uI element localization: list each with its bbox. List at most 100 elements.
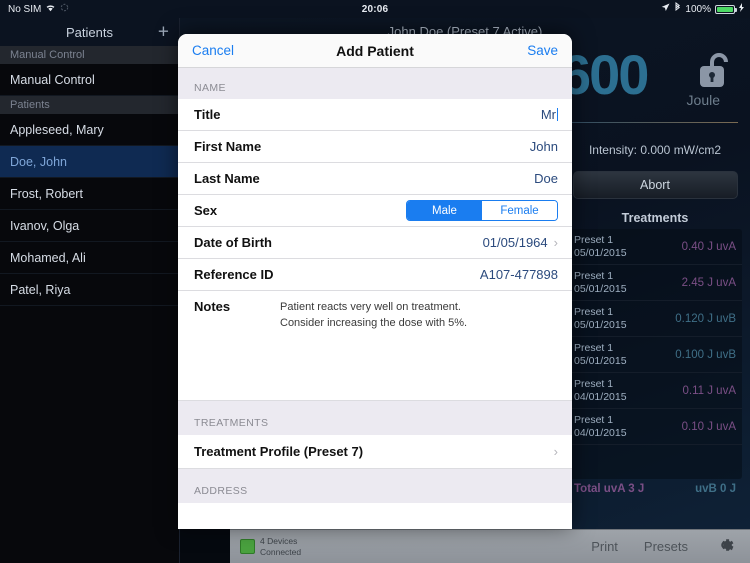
- sidebar-title: Patients: [66, 24, 113, 40]
- table-row[interactable]: Preset 1 05/01/2015 0.120 J uvB: [568, 301, 742, 337]
- treatment-value: 0.40 J uvA: [681, 240, 736, 253]
- sex-segmented-control[interactable]: Male Female: [406, 200, 558, 221]
- section-header-treatments: TREATMENTS: [178, 401, 572, 435]
- treatment-profile-label: Treatment Profile (Preset 7): [194, 444, 364, 459]
- title-label: Title: [194, 107, 221, 122]
- field-row-notes[interactable]: Notes Patient reacts very well on treatm…: [178, 291, 572, 401]
- total-uvb: uvB 0 J: [695, 483, 736, 495]
- devices-count: 4 Devices: [260, 536, 298, 547]
- list-item[interactable]: Mohamed, Ali: [0, 242, 179, 274]
- treatment-value: 0.120 J uvB: [675, 312, 736, 325]
- charging-bolt-icon: [739, 3, 744, 15]
- notes-line-2: Consider increasing the dose with 5%.: [280, 316, 468, 329]
- table-row[interactable]: Preset 1 05/01/2015 2.45 J uvA: [568, 265, 742, 301]
- cancel-button[interactable]: Cancel: [192, 43, 234, 58]
- device-status-icon: [240, 539, 255, 554]
- treatment-preset: Preset 1: [574, 414, 614, 427]
- status-bar: No SIM 20:06 100%: [0, 0, 750, 18]
- presets-button[interactable]: Presets: [644, 539, 688, 554]
- treatment-date: 05/01/2015: [574, 354, 627, 367]
- list-item[interactable]: Frost, Robert: [0, 178, 179, 210]
- bottom-toolbar: 4 Devices Connected Print Presets: [230, 529, 750, 563]
- toolbar-actions: Print Presets: [591, 534, 736, 559]
- treatment-date: 04/01/2015: [574, 390, 627, 403]
- sidebar-item-doe-john[interactable]: Doe, John: [0, 146, 179, 178]
- notes-line-1: Patient reacts very well on treatment.: [280, 301, 461, 313]
- reference-id-input[interactable]: A107-477898: [480, 267, 558, 282]
- modal-header: Cancel Add Patient Save: [178, 34, 572, 68]
- field-row-sex: Sex Male Female: [178, 195, 572, 227]
- treatments-list[interactable]: Preset 1 05/01/2015 0.40 J uvA Preset 1 05…: [568, 229, 742, 479]
- add-patient-modal: Cancel Add Patient Save NAME Title Mr Fi…: [178, 34, 572, 529]
- device-status[interactable]: 4 Devices Connected: [240, 536, 301, 557]
- clock: 20:06: [361, 3, 389, 15]
- modal-title: Add Patient: [336, 42, 414, 59]
- bluetooth-icon: [674, 1, 681, 16]
- segment-male[interactable]: Male: [407, 201, 482, 220]
- notes-textarea[interactable]: Patient reacts very well on treatment. C…: [280, 299, 467, 390]
- divider: [558, 122, 738, 123]
- battery-percent: 100%: [685, 3, 711, 15]
- print-button[interactable]: Print: [591, 539, 618, 554]
- sidebar-header: Patients +: [0, 18, 179, 46]
- battery-icon: [715, 4, 737, 14]
- list-item[interactable]: Patel, Riya: [0, 274, 179, 306]
- chevron-right-icon: ›: [553, 444, 558, 459]
- devices-state: Connected: [260, 546, 302, 557]
- field-row-first-name[interactable]: First Name John: [178, 131, 572, 163]
- table-row[interactable]: Preset 1 04/01/2015 0.10 J uvA: [568, 409, 742, 445]
- field-row-last-name[interactable]: Last Name Doe: [178, 163, 572, 195]
- title-input[interactable]: Mr: [541, 107, 556, 122]
- sidebar: Patients + Manual Control Manual Control…: [0, 18, 180, 563]
- notes-label: Notes: [194, 299, 231, 314]
- list-item[interactable]: Ivanov, Olga: [0, 210, 179, 242]
- save-button[interactable]: Save: [527, 43, 558, 58]
- treatment-preset: Preset 1: [574, 306, 614, 319]
- treatment-date: 05/01/2015: [574, 282, 627, 295]
- gear-icon[interactable]: [714, 534, 736, 559]
- sex-label: Sex: [194, 203, 218, 218]
- sidebar-item-manual-control[interactable]: Manual Control: [0, 64, 179, 96]
- dob-value[interactable]: 01/05/1964: [483, 235, 548, 250]
- text-cursor: [557, 108, 558, 121]
- dose-panel: 600 Joule Intensity: 0.000 mW/cm2 Abort …: [558, 40, 750, 529]
- first-name-input[interactable]: John: [530, 139, 558, 154]
- section-header-name: NAME: [178, 68, 572, 99]
- add-patient-button[interactable]: +: [158, 23, 169, 42]
- field-row-date-of-birth[interactable]: Date of Birth 01/05/1964 ›: [178, 227, 572, 259]
- table-row[interactable]: Preset 1 04/01/2015 0.11 J uvA: [568, 373, 742, 409]
- section-header-address: ADDRESS: [178, 469, 572, 503]
- total-uva: Total uvA 3 J: [574, 483, 645, 495]
- field-row-title[interactable]: Title Mr: [178, 99, 572, 131]
- list-item[interactable]: Appleseed, Mary: [0, 114, 179, 146]
- treatments-title: Treatments: [621, 211, 689, 225]
- device-status-label: 4 Devices Connected: [260, 536, 301, 556]
- dose-value: 600: [560, 43, 649, 106]
- treatment-preset: Preset 1: [574, 342, 614, 355]
- last-name-label: Last Name: [194, 171, 260, 186]
- treatment-date: 04/01/2015: [574, 426, 627, 439]
- dob-label: Date of Birth: [194, 235, 272, 250]
- first-name-label: First Name: [194, 139, 262, 154]
- treatment-preset: Preset 1: [574, 378, 614, 391]
- treatment-preset: Preset 1: [574, 270, 614, 283]
- treatment-preset: Preset 1: [574, 234, 614, 247]
- field-row-reference-id[interactable]: Reference ID A107-477898: [178, 259, 572, 291]
- intensity-readout: Intensity: 0.000 mW/cm2: [588, 143, 722, 157]
- treatment-value: 0.100 J uvB: [675, 348, 736, 361]
- segment-female[interactable]: Female: [482, 201, 557, 220]
- unlocked-padlock-icon[interactable]: [698, 50, 734, 95]
- table-row[interactable]: Preset 1 05/01/2015 0.100 J uvB: [568, 337, 742, 373]
- reference-id-label: Reference ID: [194, 267, 274, 282]
- location-arrow-icon: [661, 3, 670, 15]
- treatment-value: 2.45 J uvA: [681, 276, 736, 289]
- treatment-profile-row[interactable]: Treatment Profile (Preset 7) ›: [178, 435, 572, 469]
- chevron-right-icon: ›: [553, 235, 558, 250]
- dose-readout: 600 Joule: [558, 40, 742, 135]
- status-right: 100%: [661, 1, 744, 16]
- treatment-value: 0.10 J uvA: [681, 420, 736, 433]
- treatment-date: 05/01/2015: [574, 318, 627, 331]
- table-row[interactable]: Preset 1 05/01/2015 0.40 J uvA: [568, 229, 742, 265]
- abort-button[interactable]: Abort: [572, 171, 738, 199]
- last-name-input[interactable]: Doe: [534, 171, 558, 186]
